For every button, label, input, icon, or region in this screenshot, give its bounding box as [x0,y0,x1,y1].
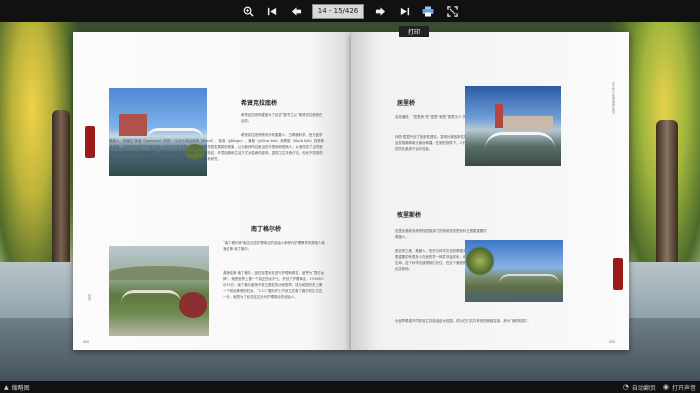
fullscreen-icon[interactable] [442,1,462,21]
autoplay-label[interactable]: 自动翻页 [632,383,656,392]
photo-nightingale-bridge [109,246,209,336]
print-tab[interactable]: 打印 [399,26,429,37]
autoplay-icon[interactable]: ◔ [623,383,629,391]
red-seal-right [613,258,623,290]
bottom-right-controls: ◔ 自动翻页 ◉ 打开声音 [623,383,696,392]
para-hippocrates-intro: 希贤克拉底桥建造为了纪念“图书之父”希贤克拉底而在后的。 [241,113,323,123]
para-nightingale-intro: “南丁格尔桥”取名纪念护理事业的创始人和现代护理教育的奠基人弗洛伦斯·南丁格尔。 [223,241,325,251]
right-page[interactable]: 居里桥 自信谦谨，“居里桥”的“居里”就是“居里夫人”的“居里”。 玛丽·居里开… [351,32,629,350]
para-nightingale-body: 弗洛伦斯·南丁格尔，因在克里米亚进行护理而闻名，被誉为“提灯女神”。她是世界上第… [223,271,325,299]
sound-icon[interactable]: ◉ [663,383,669,391]
zoom-in-icon[interactable] [238,1,258,21]
heading-hippocrates: 希贤克拉底桥 [241,100,278,107]
prev-page-icon[interactable] [286,1,306,21]
heading-nightingale: 南丁格尔桥 [251,226,282,233]
photo-euclid-bridge [465,240,563,302]
last-page-icon[interactable] [394,1,414,21]
right-page-number: 003 [609,340,616,344]
bottom-bar: ▲ 缩略图 ◔ 自动翻页 ◉ 打开声音 [0,381,700,393]
photo-curie-bridge [465,86,561,166]
thumbnails-button[interactable]: ▲ 缩略图 [4,383,30,392]
sound-label[interactable]: 打开声音 [672,383,696,392]
first-page-icon[interactable] [262,1,282,21]
print-icon[interactable] [418,1,438,21]
left-page-number: 002 [83,340,90,344]
heading-curie: 居里桥 [397,100,416,107]
thumbnails-label: 缩略图 [11,384,30,392]
para-euclid-closing: 为追梦希望不同的准立将能追赶大校园，成功它们共存育育的跨越至事，即为“美丽校园”… [395,319,531,323]
para-hippocrates-body: 希贤克拉底桥跨河亦有重要人，古希腊科学、西方医学奠基人、他随位“体液（humou… [109,133,325,161]
next-page-icon[interactable] [370,1,390,21]
right-side-text: 学生在工程思维的体现 [611,82,615,114]
red-seal-left [85,126,95,158]
page-number-input[interactable]: 14 - 15/426 [312,3,364,19]
left-side-text: 桥梁 [87,294,91,301]
thumbnails-icon: ▲ [4,383,9,391]
flipbook: 希贤克拉底桥 希贤克拉底桥建造为了纪念“图书之父”希贤克拉底而在后的。 希贤克拉… [73,26,629,352]
left-page[interactable]: 希贤克拉底桥 希贤克拉底桥建造为了纪念“图书之父”希贤克拉底而在后的。 希贤克拉… [73,32,351,350]
heading-euclid: 攸里斯桥 [397,212,422,219]
top-toolbar: 14 - 15/426 [0,0,700,22]
